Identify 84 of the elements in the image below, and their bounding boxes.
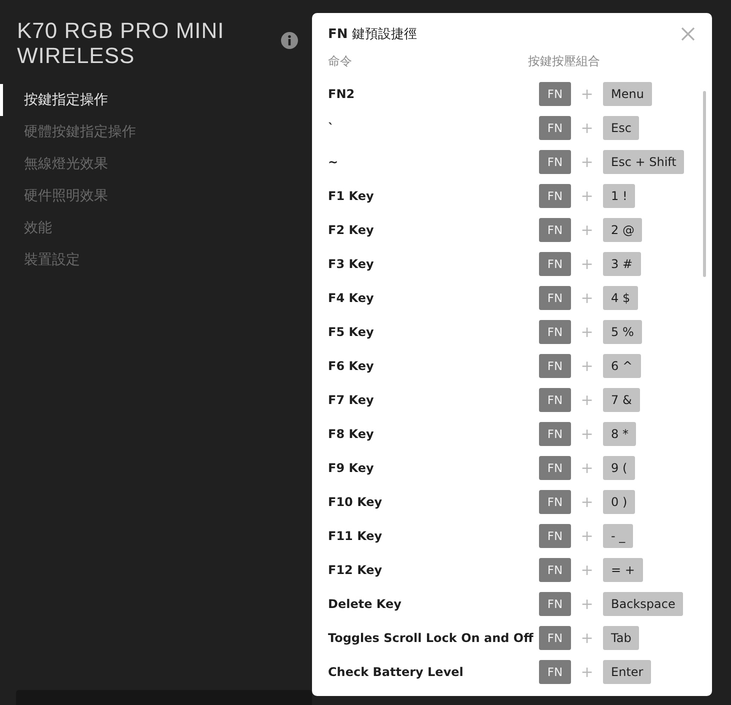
plus-sign: +	[580, 629, 594, 647]
plus-sign: +	[580, 221, 594, 239]
key-label: Backspace	[603, 592, 684, 616]
sidebar-item[interactable]: 硬體按鍵指定操作	[0, 116, 312, 148]
command-label: F9 Key	[328, 461, 375, 475]
plus-sign: +	[580, 187, 594, 205]
command-label: F7 Key	[328, 393, 375, 407]
column-header: 命令	[328, 53, 353, 70]
modifier-key: FN	[539, 422, 571, 446]
command-label: FN2	[328, 87, 356, 101]
key-label: Esc + Shift	[603, 150, 684, 174]
command-label: F12 Key	[328, 563, 384, 577]
dialog-title: FN 鍵預設捷徑	[328, 26, 417, 43]
command-label: F2 Key	[328, 223, 375, 237]
command-label: F4 Key	[328, 291, 375, 305]
command-label: F10 Key	[328, 495, 384, 509]
close-icon[interactable]	[680, 26, 696, 42]
command-label: F5 Key	[328, 325, 375, 339]
key-label: 5 %	[603, 320, 642, 344]
plus-sign: +	[580, 255, 594, 273]
modifier-key: FN	[539, 286, 571, 310]
modifier-key: FN	[539, 150, 571, 174]
info-icon[interactable]	[281, 32, 298, 49]
device-title: K70 RGB PRO MINI WIRELESS	[17, 18, 226, 68]
modifier-key: FN	[539, 184, 571, 208]
plus-sign: +	[580, 561, 594, 579]
modifier-key: FN	[539, 660, 571, 684]
plus-sign: +	[580, 391, 594, 409]
command-label: Check Battery Level	[328, 665, 464, 679]
key-label: Menu	[603, 82, 652, 106]
command-label: F1 Key	[328, 189, 375, 203]
plus-sign: +	[580, 663, 594, 681]
plus-sign: +	[580, 85, 594, 103]
key-label: 7 &	[603, 388, 640, 412]
modifier-key: FN	[539, 626, 571, 650]
key-label: Tab	[603, 626, 640, 650]
modifier-key: FN	[539, 456, 571, 480]
column-header: 按鍵按壓組合	[528, 53, 601, 70]
key-label: 8 *	[603, 422, 636, 446]
plus-sign: +	[580, 119, 594, 137]
plus-sign: +	[580, 493, 594, 511]
modifier-key: FN	[539, 490, 571, 514]
command-label: F6 Key	[328, 359, 375, 373]
key-label: 2 @	[603, 218, 642, 242]
key-label: Esc	[603, 116, 640, 140]
modifier-key: FN	[539, 252, 571, 276]
command-label: Delete Key	[328, 597, 402, 611]
sidebar-item[interactable]: 效能	[0, 212, 312, 244]
modifier-key: FN	[539, 82, 571, 106]
key-label: 4 $	[603, 286, 638, 310]
plus-sign: +	[580, 357, 594, 375]
modifier-key: FN	[539, 524, 571, 548]
plus-sign: +	[580, 459, 594, 477]
key-label: 3 #	[603, 252, 641, 276]
command-label: F8 Key	[328, 427, 375, 441]
key-label: Enter	[603, 660, 652, 684]
plus-sign: +	[580, 425, 594, 443]
plus-sign: +	[580, 323, 594, 341]
key-label: 9 (	[603, 456, 636, 480]
plus-sign: +	[580, 153, 594, 171]
modifier-key: FN	[539, 558, 571, 582]
plus-sign: +	[580, 595, 594, 613]
sidebar-item[interactable]: 無線燈光效果	[0, 148, 312, 180]
command-label: F3 Key	[328, 257, 375, 271]
sidebar-item[interactable]: 硬件照明效果	[0, 180, 312, 212]
command-label: ~	[328, 155, 340, 169]
key-label: 1 !	[603, 184, 636, 208]
command-label: F11 Key	[328, 529, 384, 543]
sidebar-item[interactable]: 裝置設定	[0, 244, 312, 276]
modifier-key: FN	[539, 116, 571, 140]
command-label: Toggles Scroll Lock On and Off	[328, 631, 534, 645]
modifier-key: FN	[539, 320, 571, 344]
key-label: 0 )	[603, 490, 636, 514]
modifier-key: FN	[539, 218, 571, 242]
plus-sign: +	[580, 527, 594, 545]
command-label: `	[328, 121, 335, 135]
scrollbar[interactable]	[703, 91, 706, 277]
key-label: = +	[603, 558, 643, 582]
key-label: - _	[603, 524, 634, 548]
plus-sign: +	[580, 289, 594, 307]
modifier-key: FN	[539, 354, 571, 378]
key-label: 6 ^	[603, 354, 641, 378]
modifier-key: FN	[539, 592, 571, 616]
modifier-key: FN	[539, 388, 571, 412]
